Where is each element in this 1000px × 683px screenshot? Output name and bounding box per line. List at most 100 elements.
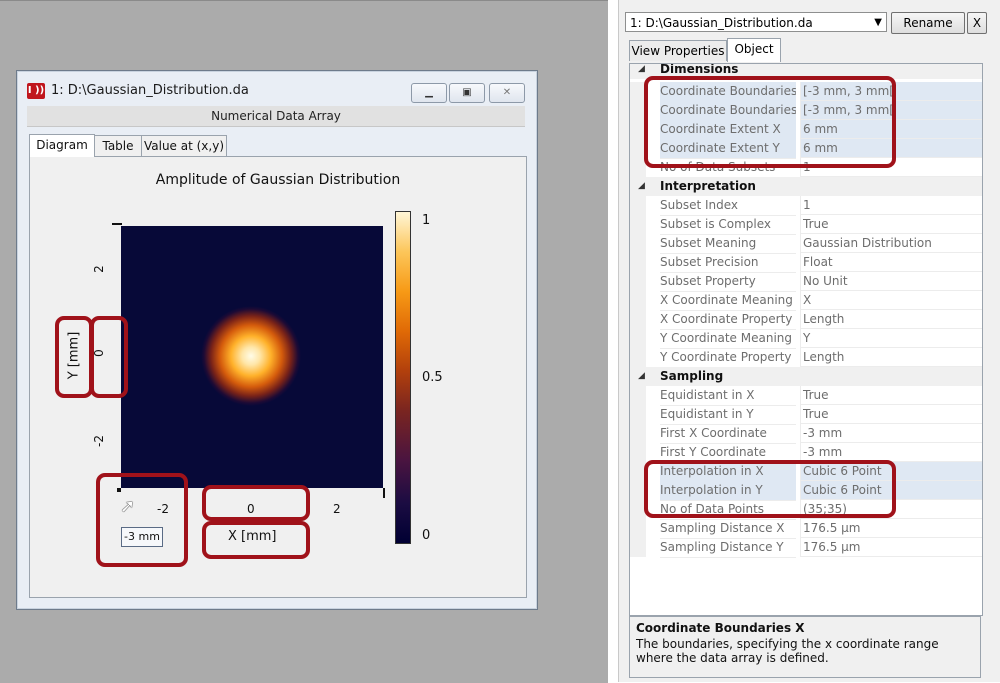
property-name: X Coordinate Property — [660, 310, 796, 330]
property-row[interactable]: Subset Index 1 — [630, 196, 982, 216]
colorbar-tick-label: 0.5 — [422, 370, 443, 385]
row-gutter — [630, 196, 646, 215]
maximize-button[interactable]: ▣ — [449, 83, 485, 103]
property-name: Y Coordinate Property — [660, 348, 796, 368]
window-subtitle: Numerical Data Array — [27, 106, 525, 127]
property-row[interactable]: First X Coordinate -3 mm — [630, 424, 982, 444]
property-name: Subset Precision — [660, 253, 796, 273]
property-name: Equidistant in Y — [660, 405, 796, 425]
row-gutter — [630, 348, 646, 367]
property-name: First X Coordinate — [660, 424, 796, 444]
property-value[interactable]: -3 mm — [800, 424, 982, 443]
property-row[interactable]: Sampling Distance Y 176.5 µm — [630, 538, 982, 558]
highlight-interpolation-rows — [644, 460, 896, 518]
property-row[interactable]: X Coordinate Meaning X — [630, 291, 982, 311]
row-gutter — [630, 405, 646, 424]
property-value[interactable]: Length — [800, 310, 982, 329]
property-name: X Coordinate Meaning — [660, 291, 796, 311]
property-value[interactable]: True — [800, 215, 982, 234]
property-row[interactable]: Equidistant in Y True — [630, 405, 982, 425]
collapse-icon[interactable]: ◢ — [638, 64, 645, 79]
property-name: Subset Property — [660, 272, 796, 292]
dropdown-arrow-icon: ▼ — [874, 17, 882, 28]
screen-divider — [608, 0, 618, 682]
property-row[interactable]: X Coordinate Property Length — [630, 310, 982, 330]
document-selector[interactable]: 1: D:\Gaussian_Distribution.da ▼ — [625, 12, 887, 32]
tab-object[interactable]: Object — [727, 38, 781, 62]
tab-table[interactable]: Table — [94, 135, 142, 156]
collapse-icon[interactable]: ◢ — [638, 367, 645, 386]
property-value[interactable]: 1 — [800, 196, 982, 215]
property-description: Coordinate Boundaries X The boundaries, … — [629, 616, 981, 678]
property-value[interactable]: Float — [800, 253, 982, 272]
row-gutter — [630, 443, 646, 462]
window-titlebar[interactable]: I )) 1: D:\Gaussian_Distribution.da ▁ ▣ … — [17, 71, 537, 105]
property-row[interactable]: Subset Meaning Gaussian Distribution — [630, 234, 982, 254]
property-row[interactable]: Y Coordinate Meaning Y — [630, 329, 982, 349]
property-name: Subset Index — [660, 196, 796, 216]
highlight-y-label — [55, 316, 93, 398]
property-value[interactable]: True — [800, 405, 982, 424]
tab-view-properties[interactable]: View Properties — [629, 40, 727, 61]
y-tick-label: 2 — [91, 265, 106, 273]
property-category[interactable]: ◢ Interpretation — [630, 177, 982, 196]
rename-button[interactable]: Rename — [891, 12, 965, 34]
app-logo-icon: I )) — [27, 83, 45, 99]
colorbar-tick-label: 1 — [422, 213, 431, 228]
tab-value-at[interactable]: Value at (x,y) — [141, 135, 227, 156]
property-name: Equidistant in X — [660, 386, 796, 406]
row-gutter — [630, 291, 646, 310]
property-row[interactable]: Subset Precision Float — [630, 253, 982, 273]
property-value[interactable]: 176.5 µm — [800, 538, 982, 557]
coordinate-tooltip: -3 mm — [121, 527, 163, 547]
category-label: Interpretation — [660, 179, 756, 193]
property-row[interactable]: Equidistant in X True — [630, 386, 982, 406]
highlight-coordinate-rows — [644, 76, 896, 168]
highlight-y-tick — [90, 316, 128, 398]
collapse-icon[interactable]: ◢ — [638, 177, 645, 196]
description-title: Coordinate Boundaries X — [636, 621, 805, 635]
property-value[interactable]: True — [800, 386, 982, 405]
property-row[interactable]: Y Coordinate Property Length — [630, 348, 982, 368]
highlight-x-tick — [202, 485, 310, 521]
minimize-button[interactable]: ▁ — [411, 83, 447, 103]
property-value[interactable]: Gaussian Distribution — [800, 234, 982, 253]
close-icon: ✕ — [502, 87, 512, 98]
row-gutter — [630, 253, 646, 272]
property-value[interactable]: No Unit — [800, 272, 982, 291]
colorbar — [395, 211, 411, 544]
mouse-cursor-icon: ➚ — [120, 496, 136, 517]
property-name: Subset Meaning — [660, 234, 796, 254]
highlight-origin-tooltip — [96, 473, 188, 567]
property-name: Sampling Distance Y — [660, 538, 796, 558]
property-row[interactable]: Subset is Complex True — [630, 215, 982, 235]
row-gutter — [630, 234, 646, 253]
chart-title: Amplitude of Gaussian Distribution — [155, 172, 401, 188]
restore-icon: ▣ — [462, 87, 472, 98]
row-gutter — [630, 519, 646, 538]
property-value[interactable]: 176.5 µm — [800, 519, 982, 538]
row-gutter — [630, 329, 646, 348]
property-value[interactable]: Length — [800, 348, 982, 367]
row-gutter — [630, 538, 646, 557]
row-gutter — [630, 310, 646, 329]
minimize-icon: ▁ — [425, 87, 433, 98]
heatmap-plot[interactable] — [121, 226, 383, 488]
row-gutter — [630, 215, 646, 234]
x-axis-end-tick — [383, 488, 385, 498]
property-value[interactable]: X — [800, 291, 982, 310]
y-axis-top-tick — [112, 223, 122, 225]
y-tick-label: -2 — [91, 435, 106, 447]
property-value[interactable]: Y — [800, 329, 982, 348]
highlight-x-label — [202, 521, 310, 559]
close-button[interactable]: ✕ — [489, 83, 525, 103]
colorbar-tick-label: 0 — [422, 528, 431, 543]
property-row[interactable]: Sampling Distance X 176.5 µm — [630, 519, 982, 539]
category-label: Sampling — [660, 369, 724, 383]
x-tick-label: 2 — [333, 502, 341, 516]
property-name: Subset is Complex — [660, 215, 796, 235]
panel-close-button[interactable]: X — [967, 12, 987, 34]
tab-diagram[interactable]: Diagram — [29, 134, 95, 157]
property-row[interactable]: Subset Property No Unit — [630, 272, 982, 292]
property-category[interactable]: ◢ Sampling — [630, 367, 982, 386]
